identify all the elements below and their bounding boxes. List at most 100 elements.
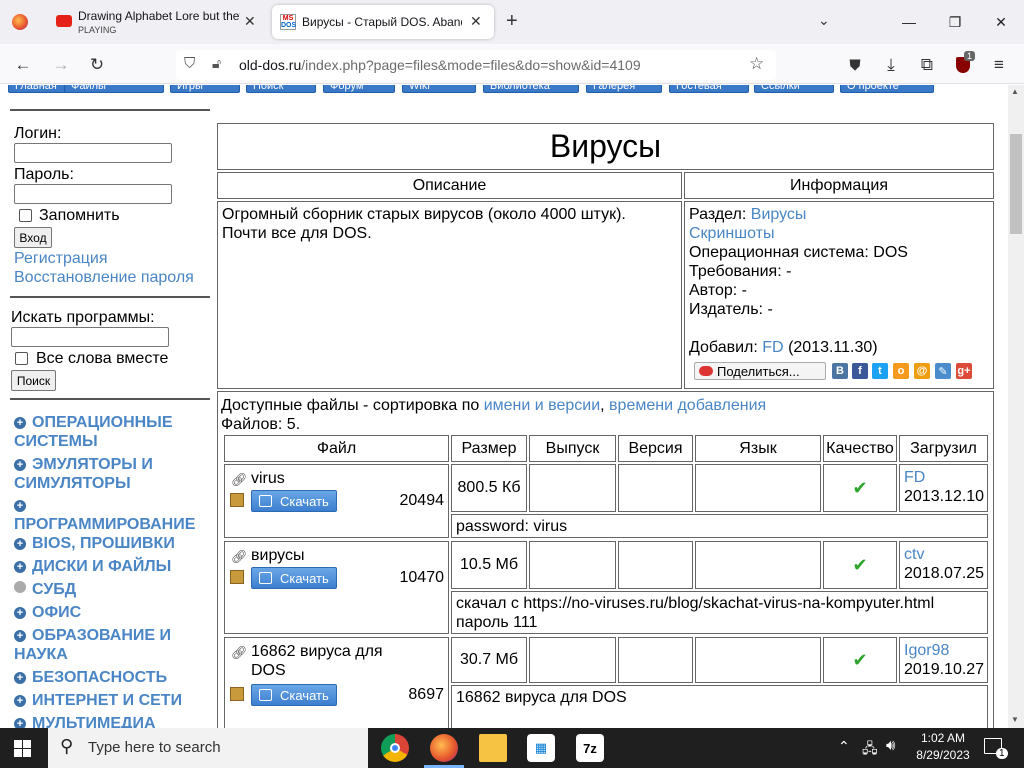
new-tab-icon[interactable]: + xyxy=(506,10,518,33)
tab-youtube[interactable]: Drawing Alphabet Lore but they PLAYING ✕ xyxy=(48,5,270,39)
tab-title: Drawing Alphabet Lore but they xyxy=(78,9,240,23)
search-button[interactable]: Поиск xyxy=(11,370,56,391)
firefox-menu-icon[interactable] xyxy=(12,14,28,30)
url-bar[interactable]: ⛉ 🔓︎ old-dos.ru/index.php?page=files&mod… xyxy=(176,50,776,80)
download-count: 10470 xyxy=(399,569,445,586)
sidebar-category[interactable]: + МУЛЬТИМЕДИА xyxy=(14,714,209,728)
sidebar-category-label: БЕЗОПАСНОСТЬ xyxy=(32,669,168,686)
topnav-button[interactable]: Гостевая xyxy=(669,85,749,93)
chrome-icon[interactable] xyxy=(381,734,409,762)
shield-icon[interactable]: ⛉ xyxy=(184,55,195,72)
topnav-button[interactable]: Файлы xyxy=(64,85,164,93)
insecure-lock-icon[interactable]: 🔓︎ xyxy=(212,55,221,72)
windows-start-icon[interactable] xyxy=(14,740,31,757)
sidebar-category[interactable]: + ИНТЕРНЕТ И СЕТИ xyxy=(14,691,209,710)
vk-share-icon[interactable]: B xyxy=(832,363,848,379)
search-programs-input[interactable] xyxy=(11,327,169,347)
search-programs-label: Искать программы: xyxy=(11,309,155,326)
downloads-icon[interactable]: ⤓ xyxy=(878,53,904,77)
recover-password-link[interactable]: Восстановление пароля xyxy=(14,269,194,287)
reload-icon[interactable]: ↻ xyxy=(84,53,110,77)
section-link[interactable]: Вирусы xyxy=(751,206,807,223)
close-icon[interactable]: ✕ xyxy=(470,13,482,30)
scroll-down-icon[interactable]: ▼ xyxy=(1011,715,1019,724)
login-button[interactable]: Вход xyxy=(14,227,52,248)
topnav-button[interactable]: Библиотека xyxy=(483,85,579,93)
screenshots-link[interactable]: Скриншоты xyxy=(689,224,989,243)
sidebar-category[interactable]: + ОПЕРАЦИОННЫЕ СИСТЕМЫ xyxy=(14,413,209,451)
column-header: Версия xyxy=(618,435,693,462)
taskbar-date[interactable]: 8/29/2023 xyxy=(910,748,976,762)
tab-old-dos[interactable]: MS DOS Вирусы - Старый DOS. Aband ✕ xyxy=(272,5,494,39)
topnav-button[interactable]: Форум xyxy=(323,85,395,93)
restore-icon[interactable]: ❐ xyxy=(940,8,970,36)
all-words-checkbox[interactable] xyxy=(15,352,28,365)
minimize-icon[interactable]: — xyxy=(894,8,924,36)
sort-by-name-link[interactable]: имени и версии xyxy=(484,397,600,414)
information-header: Информация xyxy=(684,172,994,199)
sidebar-category[interactable]: + БЕЗОПАСНОСТЬ xyxy=(14,668,209,687)
uploader-link[interactable]: FD xyxy=(904,468,983,487)
download-button[interactable]: Скачать xyxy=(251,684,337,706)
download-button[interactable]: Скачать xyxy=(251,567,337,589)
uploader-link[interactable]: ctv xyxy=(904,545,983,564)
7zip-icon[interactable]: 7z xyxy=(576,734,604,762)
uploader-link[interactable]: Igor98 xyxy=(904,641,983,660)
sidebar-category[interactable]: + ОБРАЗОВАНИЕ И НАУКА xyxy=(14,626,209,664)
sidebar-category[interactable]: + ЭМУЛЯТОРЫ И СИМУЛЯТОРЫ xyxy=(14,455,209,493)
topnav-button[interactable]: Поиск xyxy=(246,85,316,93)
taskbar-time[interactable]: 1:02 AM xyxy=(916,731,970,745)
taskbar-search-box[interactable]: ⚲ Type here to search xyxy=(48,728,368,768)
bookmark-star-icon[interactable]: ☆ xyxy=(749,54,764,74)
network-icon[interactable]: 🖧︎ xyxy=(862,738,878,762)
googleplus-share-icon[interactable]: g+ xyxy=(956,363,972,379)
volume-icon[interactable]: 🔊︎ xyxy=(886,737,895,754)
files-sort-line: Доступные файлы - сортировка по имени и … xyxy=(221,397,767,414)
share-button[interactable]: Поделиться... xyxy=(694,362,826,380)
twitter-share-icon[interactable]: t xyxy=(872,363,888,379)
show-hidden-icons-icon[interactable]: ⌃ xyxy=(838,738,850,755)
hamburger-menu-icon[interactable]: ≡ xyxy=(986,53,1012,77)
register-link[interactable]: Регистрация xyxy=(14,250,108,268)
password-input[interactable] xyxy=(14,184,172,204)
microsoft-store-icon[interactable]: ▦ xyxy=(527,734,555,762)
topnav-button[interactable]: О проекте xyxy=(840,85,934,93)
facebook-share-icon[interactable]: f xyxy=(852,363,868,379)
scroll-up-icon[interactable]: ▲ xyxy=(1011,87,1019,96)
dot-bullet-icon xyxy=(14,581,26,593)
close-icon[interactable]: ✕ xyxy=(244,13,256,30)
livejournal-share-icon[interactable]: ✎ xyxy=(935,363,951,379)
file-explorer-icon[interactable] xyxy=(479,734,507,762)
added-user-link[interactable]: FD xyxy=(762,339,783,356)
odnoklassniki-share-icon[interactable]: o xyxy=(893,363,909,379)
page-scrollbar[interactable]: ▲ ▼ xyxy=(1008,85,1024,728)
sidebar-category[interactable]: + BIOS, прошивки xyxy=(14,534,209,553)
expand-plus-icon: + xyxy=(14,561,26,573)
download-count: 20494 xyxy=(399,492,445,509)
remember-checkbox[interactable] xyxy=(19,209,32,222)
pocket-icon[interactable]: ⛊ xyxy=(842,53,868,77)
topnav-button[interactable]: Игры xyxy=(170,85,240,93)
extensions-icon[interactable]: ⧉ xyxy=(914,53,940,77)
upload-date: 2013.12.10 xyxy=(904,488,985,505)
topnav-button[interactable]: Wiki xyxy=(402,85,476,93)
ublock-shield-icon[interactable]: 1 xyxy=(950,51,976,77)
sidebar-category-label: ИНТЕРНЕТ И СЕТИ xyxy=(32,692,183,709)
firefox-taskbar-icon[interactable] xyxy=(430,734,458,762)
topnav-button[interactable]: Ссылки xyxy=(754,85,834,93)
download-button[interactable]: Скачать xyxy=(251,490,337,512)
sidebar-category[interactable]: + ОФИС xyxy=(14,603,209,622)
scrollbar-thumb[interactable] xyxy=(1010,134,1022,234)
window-close-icon[interactable]: ✕ xyxy=(986,8,1016,36)
back-arrow-icon[interactable]: ← xyxy=(10,53,36,77)
sidebar-category[interactable]: + ДИСКИ И ФАЙЛЫ xyxy=(14,557,209,576)
mailru-share-icon[interactable]: @ xyxy=(914,363,930,379)
sidebar-category[interactable]: + ПРОГРАММИРОВАНИЕ xyxy=(14,496,209,534)
forward-arrow-icon[interactable]: → xyxy=(48,53,74,77)
sidebar-category[interactable]: СУБД xyxy=(14,580,209,599)
expand-plus-icon: + xyxy=(14,417,26,429)
list-tabs-chevron-icon[interactable]: ⌄ xyxy=(818,12,830,29)
topnav-button[interactable]: Галерея xyxy=(586,85,662,93)
sort-by-time-link[interactable]: времени добавления xyxy=(609,397,766,414)
login-input[interactable] xyxy=(14,143,172,163)
